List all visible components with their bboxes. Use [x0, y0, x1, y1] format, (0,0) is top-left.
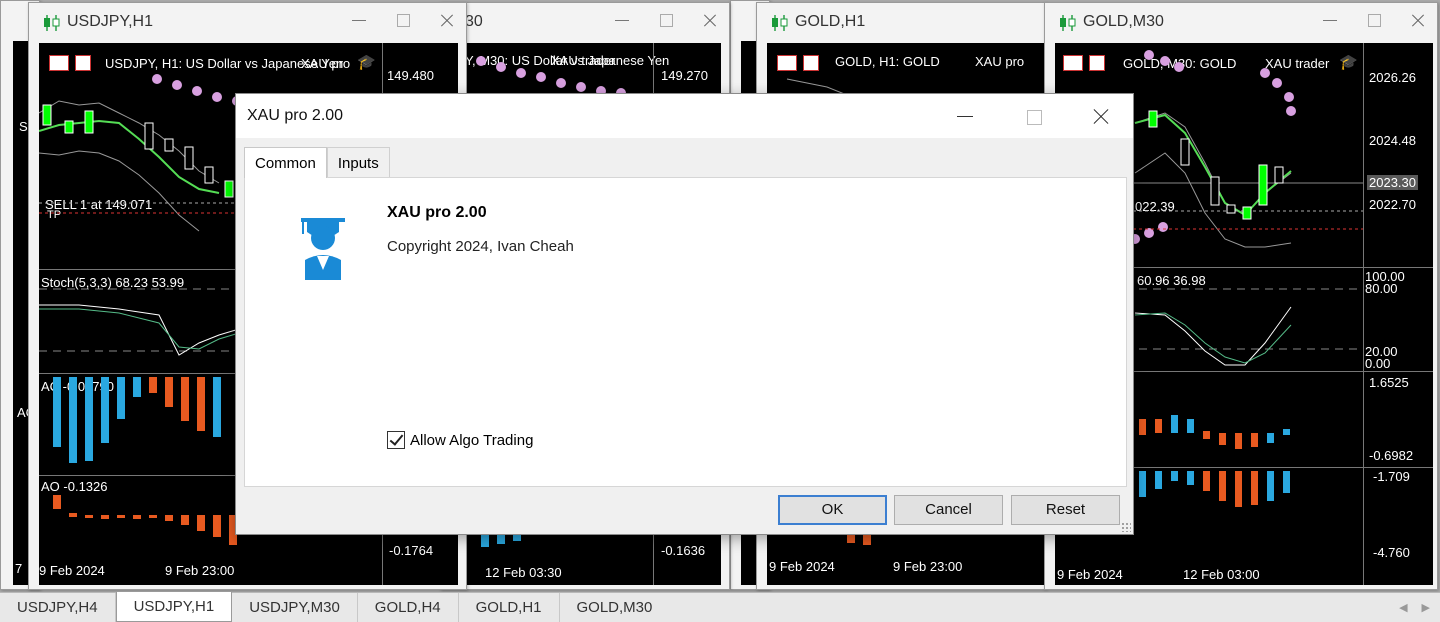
allow-algo-trading-row[interactable]: Allow Algo Trading: [387, 431, 533, 449]
close-icon[interactable]: [1091, 106, 1111, 126]
expert-advisor-icon: [301, 218, 345, 280]
dialog-titlebar[interactable]: XAU pro 2.00: [236, 94, 1133, 138]
window-controls: [1321, 11, 1427, 29]
minimize-icon[interactable]: [1321, 11, 1339, 29]
allow-algo-trading-checkbox[interactable]: [387, 431, 405, 449]
tab-gold-m30[interactable]: GOLD,M30: [560, 593, 670, 622]
window-title: GOLD,M30: [1083, 13, 1164, 30]
close-icon[interactable]: [1409, 11, 1427, 29]
resize-grip[interactable]: [1121, 522, 1131, 532]
tab-usdjpy-h4[interactable]: USDJPY,H4: [0, 593, 116, 622]
minimize-icon[interactable]: [955, 106, 975, 126]
allow-algo-trading-label[interactable]: Allow Algo Trading: [410, 432, 533, 449]
dialog-tabs: Common Inputs: [244, 147, 390, 178]
tab-inputs[interactable]: Inputs: [326, 147, 390, 177]
ea-properties-dialog: XAU pro 2.00 Common Inputs XAU pro 2.00 …: [235, 93, 1134, 535]
cancel-button[interactable]: Cancel: [894, 495, 1003, 525]
window-titlebar[interactable]: 30: [441, 3, 729, 41]
window-controls: [613, 11, 719, 29]
tab-gold-h1[interactable]: GOLD,H1: [459, 593, 560, 622]
candlestick-icon: [772, 15, 788, 31]
window-titlebar[interactable]: GOLD,H1: [757, 3, 1045, 41]
ea-name: XAU pro 2.00: [387, 204, 487, 221]
dialog-window-controls: [955, 106, 1111, 126]
close-icon[interactable]: [438, 11, 456, 29]
ok-button[interactable]: OK: [778, 495, 887, 525]
window-titlebar[interactable]: GOLD,M30: [1045, 3, 1437, 41]
side-date: 7: [15, 561, 23, 576]
window-title: USDJPY,H1: [67, 13, 153, 30]
tab-scroll-controls: ◀ ▶: [1399, 601, 1430, 614]
scroll-right-icon[interactable]: ▶: [1422, 601, 1430, 614]
maximize-icon[interactable]: [1023, 106, 1043, 126]
tab-gold-h4[interactable]: GOLD,H4: [358, 593, 459, 622]
tab-usdjpy-h1[interactable]: USDJPY,H1: [115, 592, 233, 622]
side-label-s: S: [19, 119, 28, 134]
window-title: 30: [465, 13, 483, 30]
minimize-icon[interactable]: [350, 11, 368, 29]
window-title: GOLD,H1: [795, 13, 866, 30]
reset-button[interactable]: Reset: [1011, 495, 1120, 525]
minimize-icon[interactable]: [613, 11, 631, 29]
dialog-title: XAU pro 2.00: [247, 107, 344, 124]
tab-common[interactable]: Common: [244, 147, 327, 178]
close-icon[interactable]: [701, 11, 719, 29]
scroll-left-icon[interactable]: ◀: [1399, 601, 1407, 614]
candlestick-icon: [1060, 15, 1076, 31]
maximize-icon[interactable]: [394, 11, 412, 29]
window-controls: [350, 11, 456, 29]
maximize-icon[interactable]: [657, 11, 675, 29]
tab-usdjpy-m30[interactable]: USDJPY,M30: [232, 593, 358, 622]
chart-tabs-bar: USDJPY,H4 USDJPY,H1 USDJPY,M30 GOLD,H4 G…: [0, 592, 1440, 622]
candlestick-icon: [44, 15, 60, 31]
maximize-icon[interactable]: [1365, 11, 1383, 29]
common-tab-panel: XAU pro 2.00 Copyright 2024, Ivan Cheah …: [244, 177, 1127, 487]
window-titlebar[interactable]: USDJPY,H1: [29, 3, 466, 41]
ea-copyright: Copyright 2024, Ivan Cheah: [387, 238, 574, 255]
